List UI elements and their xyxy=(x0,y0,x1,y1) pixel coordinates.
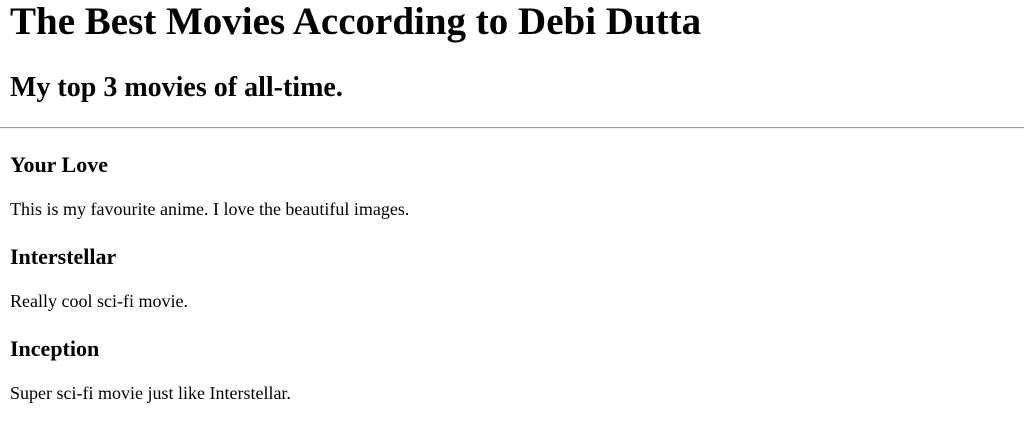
movie-title: Your Love xyxy=(10,152,108,177)
page-title: The Best Movies According to Debi Dutta xyxy=(10,0,702,43)
divider xyxy=(0,127,1024,129)
page-subtitle: My top 3 movies of all-time. xyxy=(10,72,343,103)
movie-item: Interstellar Really cool sci-fi movie. xyxy=(10,244,1024,312)
movie-item: Your Love This is my favourite anime. I … xyxy=(10,152,1024,220)
page-container: The Best Movies According to Debi Dutta … xyxy=(0,0,1024,104)
movie-description: Super sci-fi movie just like Interstella… xyxy=(10,383,291,403)
movie-title: Interstellar xyxy=(10,244,117,269)
movie-description: Really cool sci-fi movie. xyxy=(10,291,188,311)
movie-description: This is my favourite anime. I love the b… xyxy=(10,199,410,219)
movie-title: Inception xyxy=(10,336,100,361)
movie-item: Inception Super sci-fi movie just like I… xyxy=(10,336,1024,404)
movie-list: Your Love This is my favourite anime. I … xyxy=(0,152,1024,404)
